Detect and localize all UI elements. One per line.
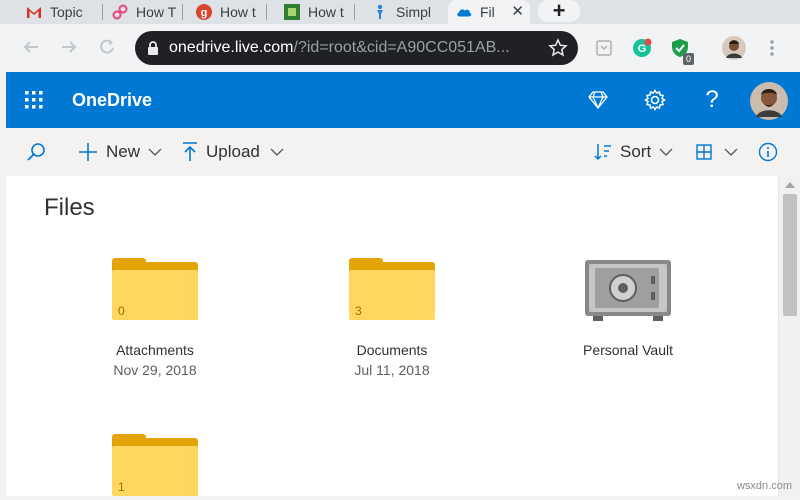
g-logo-icon: g: [196, 4, 212, 20]
folder-name[interactable]: Attachments: [70, 342, 240, 358]
chevron-down-icon: [270, 148, 284, 156]
sort-label: Sort: [620, 142, 651, 162]
browser-menu-icon[interactable]: [762, 38, 782, 58]
bookmark-star-icon[interactable]: [548, 38, 568, 58]
browser-tab[interactable]: How t: [258, 0, 355, 24]
upload-button[interactable]: Upload: [182, 128, 284, 176]
profile-avatar[interactable]: [722, 36, 746, 60]
info-icon: [758, 142, 778, 162]
extension-badge: 0: [683, 53, 694, 65]
green-square-icon: [284, 4, 300, 20]
info-button[interactable]: [758, 128, 786, 176]
vertical-scrollbar[interactable]: [778, 176, 800, 496]
browser-tab[interactable]: g How t: [170, 0, 267, 24]
svg-text:g: g: [201, 7, 208, 19]
back-arrow-icon[interactable]: [22, 38, 40, 61]
personal-vault-icon: [583, 258, 673, 324]
browser-tab[interactable]: Simpl: [346, 0, 443, 24]
folder-item-count: 1: [118, 480, 125, 494]
folder-tile[interactable]: 1: [70, 434, 240, 500]
search-button[interactable]: [26, 128, 54, 176]
sort-icon: [594, 142, 612, 162]
folder-icon: 1: [110, 434, 200, 500]
files-content: Files 0 Attachments Nov 29, 2018 3 Docum…: [6, 176, 778, 496]
folder-tile[interactable]: 3 Documents Jul 11, 2018: [307, 258, 477, 378]
forward-arrow-icon[interactable]: [60, 38, 78, 61]
folder-icon: 3: [347, 258, 437, 324]
reload-icon[interactable]: [98, 38, 116, 61]
browser-toolbar: onedrive.live.com/?id=root&cid=A90CC051A…: [0, 24, 800, 72]
app-title[interactable]: OneDrive: [72, 90, 152, 111]
premium-diamond-icon[interactable]: [586, 88, 610, 112]
watermark: wsxdn.com: [737, 480, 792, 492]
vault-tile[interactable]: Personal Vault: [543, 258, 713, 358]
upload-arrow-icon: [182, 142, 198, 162]
chevron-down-icon: [659, 148, 673, 156]
svg-text:G: G: [638, 43, 647, 55]
address-bar[interactable]: onedrive.live.com/?id=root&cid=A90CC051A…: [135, 31, 578, 65]
folder-icon: 0: [110, 258, 200, 324]
command-bar: New Upload Sort: [6, 128, 800, 176]
browser-tab[interactable]: How T: [86, 0, 183, 24]
settings-gear-icon[interactable]: [643, 88, 667, 112]
folder-tile[interactable]: 0 Attachments Nov 29, 2018: [70, 258, 240, 378]
url-path: /?id=root&cid=A90CC051AB...: [294, 39, 510, 57]
chevron-down-icon: [724, 148, 738, 156]
grammarly-icon[interactable]: G: [632, 38, 652, 58]
tab-title: Fil: [480, 4, 495, 20]
onedrive-header: OneDrive ?: [6, 72, 800, 128]
scrollbar-thumb[interactable]: [783, 194, 797, 316]
url-host: onedrive.live.com: [169, 39, 294, 57]
plus-icon: [78, 142, 98, 162]
extension-pocket-icon[interactable]: [594, 38, 614, 58]
chevron-down-icon: [148, 148, 162, 156]
pin-icon: [372, 4, 388, 20]
link-icon: [112, 4, 128, 20]
search-icon: [26, 142, 46, 162]
app-launcher-icon[interactable]: [22, 88, 46, 112]
folder-item-count: 3: [355, 304, 362, 318]
view-options-button[interactable]: [696, 128, 738, 176]
sort-button[interactable]: Sort: [594, 128, 673, 176]
upload-label: Upload: [206, 142, 260, 162]
folder-item-count: 0: [118, 304, 125, 318]
vault-name[interactable]: Personal Vault: [543, 342, 713, 358]
close-tab-icon[interactable]: ✕: [511, 2, 524, 20]
new-button[interactable]: New: [78, 128, 162, 176]
onedrive-icon: [456, 4, 472, 20]
folder-date: Jul 11, 2018: [307, 362, 477, 378]
new-label: New: [106, 142, 140, 162]
folder-name[interactable]: Documents: [307, 342, 477, 358]
browser-tab-strip: Topic How T g How t How t Simpl Fil ✕: [0, 0, 800, 24]
user-avatar[interactable]: [750, 82, 788, 120]
browser-tab-active[interactable]: Fil ✕: [448, 0, 530, 24]
page-title: Files: [44, 194, 95, 222]
lock-icon: [147, 41, 159, 55]
grid-view-icon: [696, 144, 712, 160]
new-tab-button[interactable]: +: [538, 0, 580, 22]
help-icon[interactable]: ?: [700, 88, 724, 112]
tab-title: How t: [308, 4, 344, 20]
gmail-icon: [26, 4, 42, 20]
tab-title: Topic: [50, 4, 83, 20]
tab-title: Simpl: [396, 4, 431, 20]
folder-date: Nov 29, 2018: [70, 362, 240, 378]
scroll-up-arrow-icon[interactable]: [785, 182, 795, 188]
tab-title: How t: [220, 4, 256, 20]
